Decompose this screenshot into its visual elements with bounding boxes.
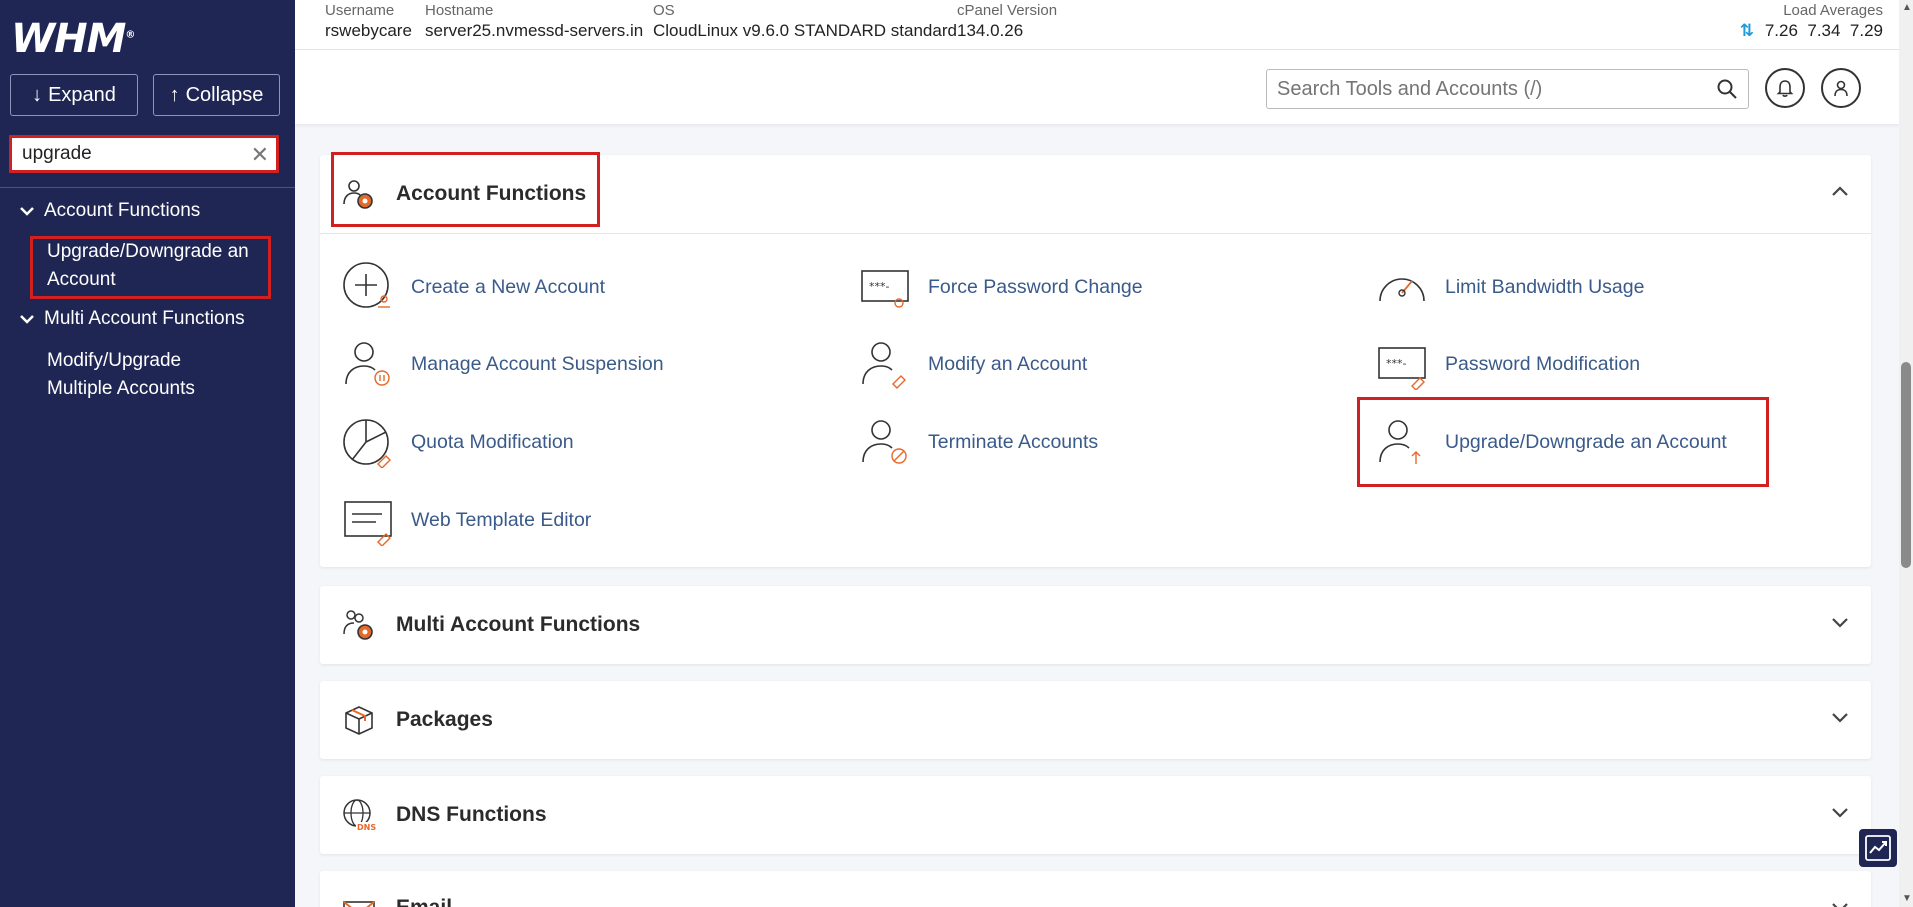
package-box-icon [345, 706, 373, 735]
user-menu-button[interactable] [1821, 68, 1861, 108]
chevron-down-icon[interactable] [1831, 616, 1849, 628]
chevron-down-icon[interactable] [1831, 901, 1849, 907]
divider [0, 187, 295, 188]
user-pause-icon [345, 342, 390, 386]
tool-quota-modification[interactable]: Quota Modification [342, 416, 574, 468]
chevron-down-icon [20, 315, 34, 324]
packages-panel[interactable]: Packages [320, 681, 1871, 759]
envelope-icon [343, 901, 375, 907]
tool-terminate-accounts[interactable]: Terminate Accounts [859, 416, 1098, 468]
password-form-icon: ***- [861, 270, 909, 308]
account-functions-panel: Account Functions Create a New Account *… [320, 152, 1871, 567]
search-icon[interactable] [1716, 78, 1738, 100]
speedometer-icon [1379, 278, 1425, 302]
header [295, 50, 1899, 124]
sidebar-search: ✕ [9, 135, 279, 173]
bell-icon [1776, 80, 1794, 97]
arrow-down-icon: ↓ [32, 83, 43, 106]
tool-search-input[interactable] [1267, 77, 1687, 101]
tool-force-password-change[interactable]: ***- Force Password Change [859, 261, 1143, 313]
clear-search-icon[interactable]: ✕ [251, 142, 269, 168]
tool-search [1266, 69, 1749, 109]
chevron-down-icon[interactable] [1831, 806, 1849, 818]
collapse-button[interactable]: ↑ Collapse [153, 74, 280, 116]
sidebar-item-modify-upgrade-multiple[interactable]: Modify/Upgrade Multiple Accounts [47, 347, 195, 403]
chevron-down-icon[interactable] [1831, 711, 1849, 723]
email-panel[interactable]: Email [320, 871, 1871, 907]
tool-create-account[interactable]: Create a New Account [342, 261, 605, 313]
template-editor-icon [344, 501, 392, 546]
scroll-up-icon[interactable]: ▲ [1902, 2, 1912, 13]
trend-chart-icon [1865, 835, 1891, 861]
user-terminate-icon [862, 420, 907, 464]
packages-title: Packages [396, 708, 493, 731]
tool-manage-suspension[interactable]: Manage Account Suspension [342, 338, 664, 390]
tool-password-modification[interactable]: ***- Password Modification [1376, 338, 1640, 390]
svg-text:***-: ***- [1386, 357, 1407, 370]
sidebar: WHM® ↓ Expand ↑ Collapse ✕ Account Funct… [0, 0, 295, 907]
sidebar-item-upgrade-downgrade[interactable]: Upgrade/Downgrade an Account [47, 238, 249, 294]
hostname-info: Hostname server25.nvmessd-servers.in [425, 2, 644, 40]
email-title: Email [396, 896, 452, 907]
divider [320, 233, 1871, 234]
multi-account-functions-panel[interactable]: Multi Account Functions [320, 586, 1871, 664]
username-info: Username rswebycare [325, 2, 412, 40]
globe-dns-icon: DNS [343, 799, 376, 832]
arrow-up-icon: ↑ [169, 83, 180, 106]
cpanel-version-info: cPanel Version 134.0.26 [957, 2, 1058, 40]
password-edit-icon: ***- [1378, 347, 1426, 390]
whm-logo[interactable]: WHM® [11, 16, 135, 62]
highlight-box [331, 152, 600, 227]
scrollbar-thumb[interactable] [1901, 362, 1911, 568]
sidebar-group-multi-account-functions[interactable]: Multi Account Functions [20, 308, 245, 330]
chevron-down-icon [20, 207, 34, 216]
sidebar-search-input[interactable] [12, 143, 237, 165]
multi-account-icon [343, 610, 373, 640]
tool-modify-account[interactable]: Modify an Account [859, 338, 1087, 390]
chevron-up-icon[interactable] [1831, 185, 1849, 197]
highlight-box [1357, 397, 1769, 487]
user-icon [1834, 80, 1848, 97]
tool-web-template-editor[interactable]: Web Template Editor [342, 494, 591, 546]
scroll-down-icon[interactable]: ▼ [1902, 893, 1912, 904]
create-account-icon [343, 262, 390, 308]
sidebar-group-account-functions[interactable]: Account Functions [20, 200, 200, 222]
multi-account-functions-title: Multi Account Functions [396, 613, 641, 636]
user-edit-icon [862, 342, 906, 389]
os-info: OS CloudLinux v9.6.0 STANDARD standard [653, 2, 957, 40]
stats-button[interactable] [1859, 829, 1897, 867]
tool-limit-bandwidth[interactable]: Limit Bandwidth Usage [1376, 261, 1644, 313]
load-averages: Load Averages ⇅ 7.26 7.34 7.29 [1739, 2, 1883, 40]
server-info-bar: Username rswebycare Hostname server25.nv… [295, 0, 1899, 50]
notifications-button[interactable] [1765, 68, 1805, 108]
expand-button[interactable]: ↓ Expand [10, 74, 138, 116]
svg-text:***-: ***- [869, 280, 890, 293]
svg-text:DNS: DNS [357, 823, 376, 832]
dns-functions-panel[interactable]: DNS DNS Functions [320, 776, 1871, 854]
page-scrollbar[interactable]: ▲ ▼ [1899, 0, 1913, 907]
load-trend-icon: ⇅ [1739, 21, 1755, 40]
pie-chart-icon [343, 419, 391, 468]
dns-functions-title: DNS Functions [396, 803, 547, 826]
